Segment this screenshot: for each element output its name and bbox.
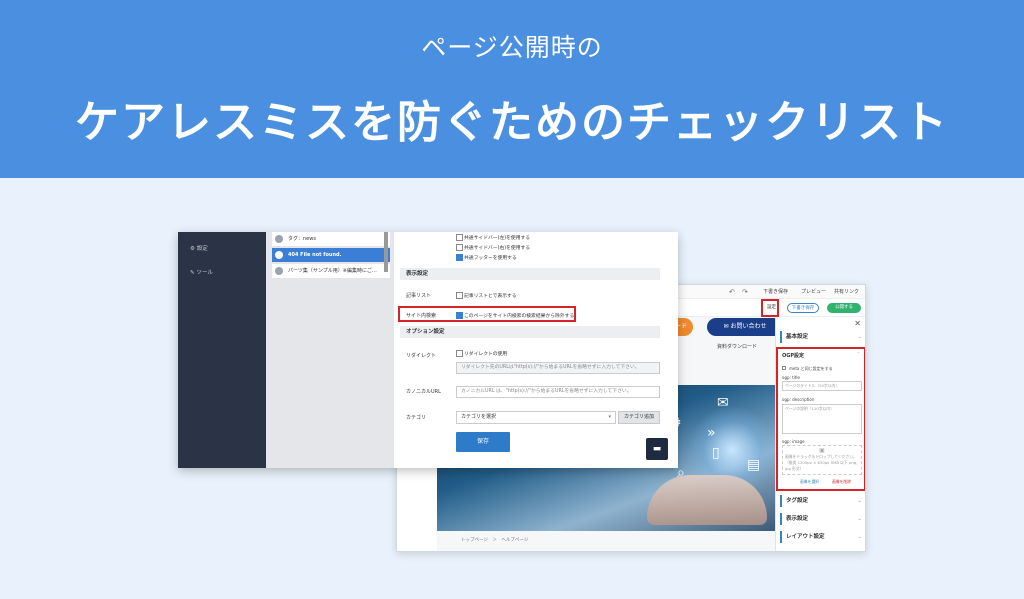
redirect-url-input[interactable]: リダイレクト先のURLは"http(s)://"から始まるURLを省略せずに入力… bbox=[456, 362, 660, 374]
gear-icon: ⚙ bbox=[190, 246, 197, 252]
ogp-image-dropzone[interactable]: ▣ 画像をドラッグ＆ドロップしてください。（推奨 1200px × 630px … bbox=[782, 445, 862, 475]
page-list: タグ：news 404 File not found. パーツ集（サンプル用）※… bbox=[266, 232, 394, 468]
right-sidebar-checkbox[interactable]: 共通サイドバー(右)を使用する bbox=[456, 244, 530, 251]
publish-button[interactable]: 公開する bbox=[827, 303, 861, 313]
preview-link[interactable]: プレビュー bbox=[801, 288, 826, 295]
section-display-label: 表示設定 bbox=[786, 516, 809, 522]
page-icon bbox=[275, 267, 283, 275]
admin-sidebar: ⚙ 設定 ✎ ツール bbox=[178, 232, 266, 468]
undo-icon[interactable]: ↶ bbox=[729, 288, 735, 296]
meta-same-label: meta と同じ設定をする bbox=[789, 366, 833, 371]
meta-same-checkbox[interactable]: meta と同じ設定をする bbox=[782, 366, 833, 372]
mail-icon: ✉ bbox=[717, 395, 729, 411]
header-banner: ページ公開時の ケアレスミスを防ぐためのチェックリスト bbox=[0, 0, 1024, 178]
sidebar-item-label: ツール bbox=[196, 270, 213, 276]
chart-search-icon: ⌕ bbox=[677, 465, 685, 481]
page-icon bbox=[275, 251, 283, 259]
section-basic-label: 基本設定 bbox=[786, 334, 809, 340]
hand-image bbox=[647, 475, 767, 525]
sidebar-item-settings[interactable]: ⚙ 設定 bbox=[190, 244, 208, 252]
settings-highlight bbox=[761, 299, 779, 317]
canonical-url-label: カノニカルURL bbox=[406, 389, 441, 395]
sidebar-item-label: 設定 bbox=[196, 246, 208, 252]
chat-icon[interactable]: ▬ bbox=[646, 438, 668, 460]
delete-image-link[interactable]: 画像を削除 bbox=[832, 479, 851, 485]
display-settings-heading: 表示設定 bbox=[400, 268, 660, 280]
draft-save-button[interactable]: 下書き保存 bbox=[787, 303, 819, 313]
chevron-down-icon: ⌄ bbox=[857, 534, 862, 540]
page-icon bbox=[275, 235, 283, 243]
ogp-description-input[interactable]: ページの説明（120字以内） bbox=[782, 404, 862, 434]
sidebar-item-tools[interactable]: ✎ ツール bbox=[190, 268, 213, 276]
add-category-button[interactable]: カテゴリ追加 bbox=[618, 411, 660, 424]
chevron-down-icon: ⌄ bbox=[857, 516, 862, 522]
category-select-value: カテゴリを選択 bbox=[461, 414, 497, 420]
list-item-selected[interactable]: 404 File not found. bbox=[272, 248, 390, 262]
banner-subtitle: ページ公開時の bbox=[421, 33, 603, 62]
image-icon: ▣ bbox=[819, 447, 825, 454]
site-search-highlight bbox=[398, 306, 576, 322]
category-label: カテゴリ bbox=[406, 415, 427, 421]
nav-item-download[interactable]: 資料ダウンロード bbox=[717, 343, 757, 350]
section-layout-label: レイアウト設定 bbox=[786, 534, 825, 540]
section-tag[interactable]: タグ設定 ⌄ bbox=[780, 495, 864, 507]
draft-save-link[interactable]: 下書き保存 bbox=[763, 288, 788, 295]
save-button[interactable]: 保存 bbox=[456, 432, 510, 452]
banner-title: ケアレスミスを防ぐためのチェックリスト bbox=[75, 97, 949, 148]
phone-icon: ▯ bbox=[712, 445, 720, 461]
redirect-checkbox[interactable]: リダイレクトの使用 bbox=[456, 350, 507, 357]
section-tag-label: タグ設定 bbox=[786, 498, 809, 504]
chevron-up-icon[interactable]: ⌃ bbox=[857, 351, 860, 356]
redo-icon[interactable]: ↷ bbox=[742, 288, 748, 296]
page-settings-form: 共通サイドバー(左)を使用する 共通サイドバー(右)を使用する 共通フッターを使… bbox=[394, 232, 678, 468]
share-link[interactable]: 共有リンク bbox=[834, 288, 859, 295]
section-layout[interactable]: レイアウト設定 ⌄ bbox=[780, 531, 864, 543]
scrollbar[interactable] bbox=[384, 232, 388, 272]
ogp-image-label: ogp: image bbox=[782, 439, 805, 444]
contact-button-label: お問い合わせ bbox=[730, 323, 767, 330]
article-list-checkbox[interactable]: 記事リストとで表示する bbox=[456, 292, 517, 299]
breadcrumb: トップページ ＞ ヘルプページ bbox=[461, 538, 529, 543]
document-icon: ▤ bbox=[747, 457, 761, 473]
redirect-label: リダイレクト bbox=[406, 353, 437, 359]
ogp-title-input[interactable]: ページのタイトル（50字以内） bbox=[782, 381, 862, 391]
contact-button[interactable]: ✉ お問い合わせ bbox=[707, 318, 783, 336]
footer-checkbox[interactable]: 共通フッターを使用する bbox=[456, 254, 517, 261]
close-icon[interactable]: ✕ bbox=[854, 319, 861, 328]
chevron-down-icon: ⌄ bbox=[857, 498, 862, 504]
ogp-image-hint: 画像をドラッグ＆ドロップしてください。（推奨 1200px × 630px 5M… bbox=[785, 454, 858, 471]
ogp-description-label: ogp: description bbox=[782, 397, 815, 402]
arrows-icon: » bbox=[707, 425, 716, 441]
ogp-title-label: ogp: title bbox=[782, 375, 800, 380]
option-settings-heading: オプション設定 bbox=[400, 326, 660, 338]
section-basic[interactable]: 基本設定 ⌄ bbox=[780, 331, 864, 343]
ogp-heading: OGP設定 bbox=[782, 353, 805, 359]
settings-panel: ✕ 基本設定 ⌄ OGP設定 ⌃ meta と同じ設定をする ogp: title… bbox=[775, 317, 865, 551]
section-display[interactable]: 表示設定 ⌄ bbox=[780, 513, 864, 525]
article-list-label: 記事リスト bbox=[406, 293, 432, 299]
admin-settings-screenshot: ⚙ 設定 ✎ ツール タグ：news 404 File not found. パ… bbox=[178, 232, 678, 468]
ogp-settings: OGP設定 ⌃ meta と同じ設定をする ogp: title ページのタイト… bbox=[776, 347, 865, 491]
canonical-url-input[interactable]: カノニカルURL は、"http(s)://"から始まるURLを省略せずに入力し… bbox=[456, 386, 660, 398]
chevron-down-icon: ⌄ bbox=[857, 334, 862, 340]
select-image-link[interactable]: 画像を選択 bbox=[800, 479, 819, 485]
list-item[interactable]: タグ：news bbox=[272, 232, 390, 246]
list-item[interactable]: パーツ集（サンプル用）※編集時にご… bbox=[272, 264, 390, 278]
category-select[interactable]: カテゴリを選択 ▾ bbox=[456, 411, 616, 424]
chevron-down-icon: ▾ bbox=[608, 414, 611, 420]
left-sidebar-checkbox[interactable]: 共通サイドバー(左)を使用する bbox=[456, 234, 530, 241]
